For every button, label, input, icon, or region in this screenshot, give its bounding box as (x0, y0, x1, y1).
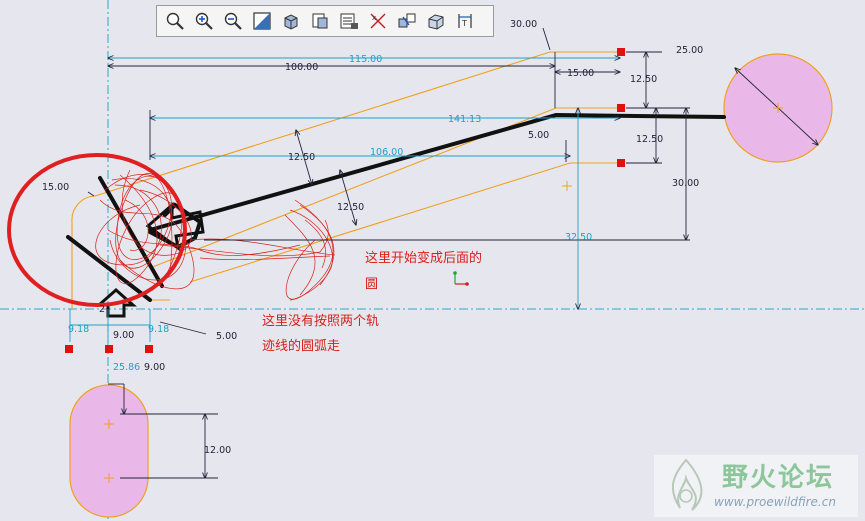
dim-12-50-c[interactable]: 12.50 (288, 152, 315, 163)
dim-12-low[interactable]: 12.00 (204, 445, 231, 456)
annotation-arc-line2: 圆 (365, 277, 378, 292)
flame-logo-icon (671, 458, 703, 511)
dim-106[interactable]: 106.00 (370, 147, 403, 158)
forum-watermark: 野火论坛 www.proewildfire.cn (654, 455, 858, 517)
saved-views-icon (312, 13, 327, 29)
shading-button[interactable] (422, 8, 449, 34)
dim-25-86[interactable]: 25.86 (113, 362, 140, 373)
dim-30-right[interactable]: 30.00 (672, 178, 699, 189)
dim-9-00-a[interactable]: 9.00 (113, 330, 134, 341)
coordinate-triad (453, 271, 469, 286)
center-marks (104, 103, 783, 483)
highlight-circle (7, 153, 187, 307)
zoom-fit-button[interactable] (161, 8, 188, 34)
watermark-url: www.proewildfire.cn (714, 495, 836, 509)
annotation-arc-line1: 这里开始变成后面的 (365, 250, 482, 266)
cad-viewport[interactable]: 115.00 100.00 30.00 15.00 12.50 12.50 25… (0, 0, 865, 521)
zoom-out-button[interactable] (219, 8, 246, 34)
sketch-canvas[interactable]: 115.00 100.00 30.00 15.00 12.50 12.50 25… (0, 0, 865, 521)
dim-115[interactable]: 115.00 (349, 54, 382, 65)
dimension-display-button[interactable]: T (451, 8, 478, 34)
dim-12-50-a[interactable]: 12.50 (630, 74, 657, 85)
layer-tree-icon (340, 13, 358, 29)
repaint-button[interactable] (248, 8, 275, 34)
saved-views-button[interactable] (306, 8, 333, 34)
dim-9-00-b[interactable]: 9.00 (144, 362, 165, 373)
annotation-path-line2: 迹线的圆弧走 (262, 338, 340, 354)
datum-display-icon: x (370, 13, 385, 29)
dim-9-18-b[interactable]: 9.18 (148, 324, 169, 335)
dim-30-top[interactable]: 30.00 (510, 19, 537, 30)
zoom-in-button[interactable] (190, 8, 217, 34)
dim-141-13[interactable]: 141.13 (448, 114, 481, 125)
dim-32-50[interactable]: 32.50 (565, 232, 592, 243)
dim-25[interactable]: 25.00 (676, 45, 703, 56)
dim-12-50-b[interactable]: 12.50 (636, 134, 663, 145)
relations-button[interactable] (393, 8, 420, 34)
obround-feature-bottom[interactable] (69, 384, 149, 518)
sweep-path[interactable] (66, 112, 726, 302)
zoom-in-icon (195, 12, 213, 30)
display-style-button[interactable] (277, 8, 304, 34)
zoom-out-icon (224, 12, 242, 30)
dim-5-low[interactable]: 5.00 (216, 331, 237, 342)
relations-icon (398, 13, 415, 28)
watermark-title: 野火论坛 (722, 463, 835, 493)
dimension-display-icon: T (457, 14, 472, 28)
dim-9-18-a[interactable]: 9.18 (68, 324, 89, 335)
annotation-path-line1: 这里没有按照两个轨 (262, 313, 379, 329)
layer-tree-button[interactable] (335, 8, 362, 34)
dim-2[interactable]: 2 (99, 304, 105, 315)
shading-icon (428, 14, 443, 30)
dim-5-mid[interactable]: 5.00 (528, 130, 549, 141)
dim-15-top[interactable]: 15.00 (567, 68, 594, 79)
repaint-icon (252, 12, 271, 30)
zoom-fit-icon (166, 12, 184, 30)
svg-text:T: T (461, 19, 467, 28)
shaded-cube-icon (284, 14, 297, 30)
view-toolbar: x T (156, 5, 494, 37)
dim-15-left[interactable]: 15.00 (42, 182, 69, 193)
dim-100[interactable]: 100.00 (285, 62, 318, 73)
datum-display-button[interactable]: x (364, 8, 391, 34)
svg-text:x: x (372, 14, 376, 22)
dim-12-50-d[interactable]: 12.50 (337, 202, 364, 213)
